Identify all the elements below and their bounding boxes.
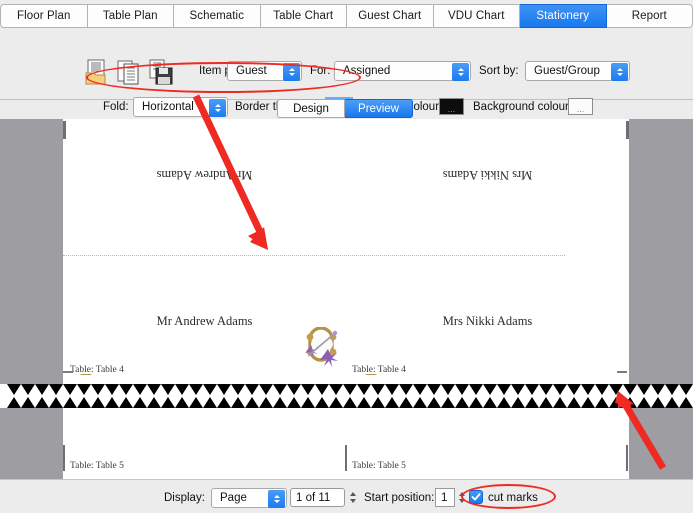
item-per-value: Guest [236,65,267,77]
preview-label: Preview [358,102,399,115]
tab-table-plan[interactable]: Table Plan [87,4,174,28]
chevron-updown-icon [452,63,469,81]
chevron-updown-icon [283,63,300,81]
tab-vdu-chart[interactable]: VDU Chart [433,4,520,28]
display-label: Display: [164,492,205,504]
card-fold-line [63,255,566,256]
horseshoe-floral-ornament [300,326,344,367]
page-edge-tick [626,121,629,139]
tab-label: Schematic [189,10,245,22]
open-document-icon[interactable] [84,59,110,86]
tab-label: Table Chart [273,10,334,22]
fold-value: Horizontal [142,101,194,113]
border-colour-ellipsis: ... [447,104,456,114]
card-name-flipped-right: Mrs Nikki Adams [442,168,533,182]
design-label: Design [293,102,329,115]
table-label: Table: Table 4 [352,365,406,375]
table-label: Table: Table 4 [70,365,124,375]
stationery-toolbar: Item per: Guest For: Assigned Sort by: G… [0,28,693,117]
fold-label: Fold: [103,101,129,113]
new-document-icon[interactable] [116,59,142,86]
sort-by-label: Sort by: [479,65,519,77]
chevron-updown-icon [268,490,285,508]
tab-label: Report [631,10,667,22]
preview-status-bar: Display: Page 1 of 11 Start position: 1 … [0,479,693,513]
tab-guest-chart[interactable]: Guest Chart [347,4,434,28]
tab-label: Stationery [536,10,590,22]
sort-by-value: Guest/Group [534,65,600,77]
tab-label: Floor Plan [17,10,71,22]
item-per-select[interactable]: Guest [227,61,302,81]
cut-marks-label: cut marks [488,492,538,504]
tab-label: VDU Chart [448,10,505,22]
page-number-input[interactable]: 1 of 11 [290,488,345,507]
stationery-card: Mr Andrew Adams Mrs Nikki Adams [0,119,566,384]
tab-label: Table Plan [102,10,158,22]
display-select[interactable]: Page [211,488,287,508]
cut-tick [63,445,65,471]
for-label: For: [310,65,331,77]
cut-tick [345,445,347,471]
tab-preview[interactable]: Preview [345,99,413,118]
tab-table-chart[interactable]: Table Chart [260,4,347,28]
start-position-stepper[interactable] [456,488,467,507]
card-name-flipped-left: Mr Andrew Adams [156,168,253,182]
chevron-updown-icon [611,63,628,81]
page-number-value: 1 of 11 [296,491,331,504]
tab-floor-plan[interactable]: Floor Plan [0,4,88,28]
tab-schematic[interactable]: Schematic [174,4,261,28]
page-number-stepper[interactable] [347,488,358,507]
chevron-updown-icon [209,99,226,117]
start-position-value: 1 [441,491,448,504]
tab-stationery[interactable]: Stationery [520,4,607,28]
cut-marks-checkbox[interactable] [469,490,483,504]
card-table-info-right: Table: Table 5 Seat: 9 [352,450,406,479]
cut-tick [626,445,628,471]
background-colour-swatch[interactable]: ... [568,98,593,115]
table-label: Table: Table 5 [352,461,406,471]
background-colour-label: Background colour: [473,101,573,113]
fold-select[interactable]: Horizontal [133,97,228,117]
checkmark-icon [471,493,481,501]
border-colour-swatch[interactable]: ... [439,98,464,115]
background-colour-ellipsis: ... [576,104,585,114]
card-name-right: Mrs Nikki Adams [442,314,533,328]
stationery-window: Floor Plan Table Plan Schematic Table Ch… [0,0,693,513]
card-name-left: Mr Andrew Adams [156,314,253,328]
display-value: Page [220,492,247,504]
start-position-input[interactable]: 1 [435,488,455,507]
for-select[interactable]: Assigned [334,61,471,81]
tab-report[interactable]: Report [606,4,693,28]
sort-by-select[interactable]: Guest/Group [525,61,630,81]
stationery-preview-canvas[interactable]: Mr Andrew Adams Mrs Nikki Adams Mr Andre… [0,119,693,479]
start-position-label: Start position: [364,492,435,504]
toolbar-icon-group [84,59,174,86]
cut-tick [63,371,73,373]
table-label: Table: Table 5 [70,461,124,471]
save-document-icon[interactable] [148,59,174,86]
tab-design[interactable]: Design [277,99,345,118]
card-table-info-left: Table: Table 5 Seat: 10 [70,450,124,479]
view-mode-toggle: Design Preview [277,99,413,118]
tab-label: Guest Chart [358,10,422,22]
for-value: Assigned [343,65,391,77]
main-tab-bar: Floor Plan Table Plan Schematic Table Ch… [0,4,693,28]
cut-tick [617,371,627,373]
